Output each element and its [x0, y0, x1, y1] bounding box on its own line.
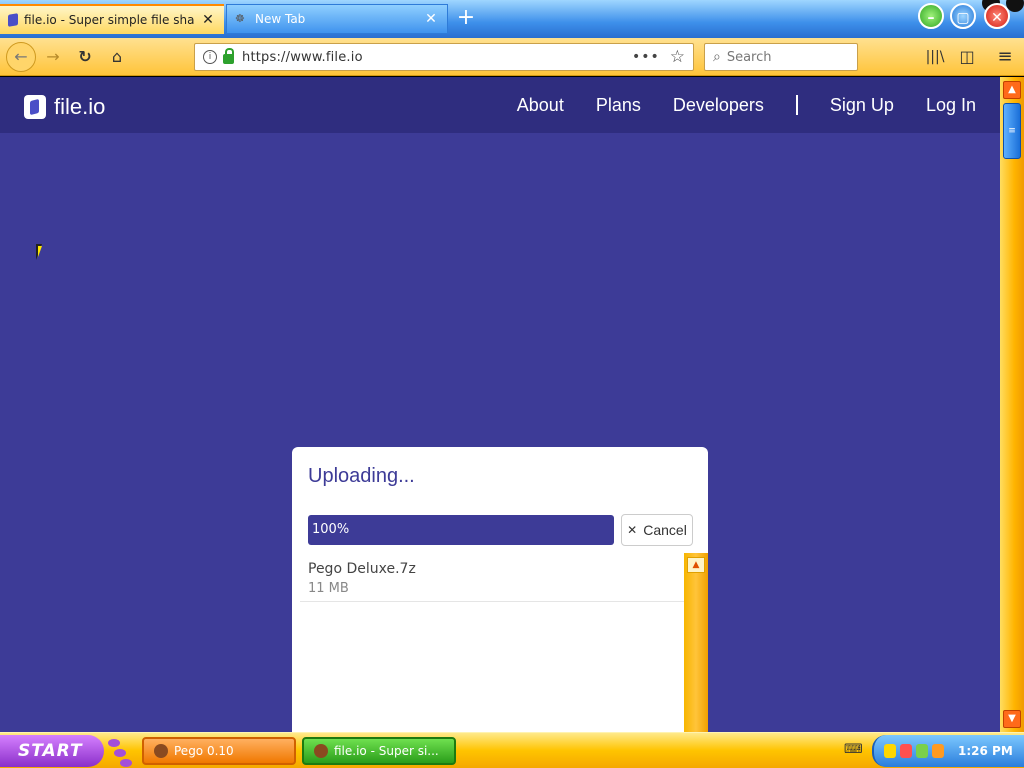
file-name: Pego Deluxe.7z	[308, 561, 416, 577]
file-list: Pego Deluxe.7z 11 MB	[300, 553, 684, 732]
tab-new-tab[interactable]: ☸ New Tab ✕	[226, 4, 448, 34]
file-size: 11 MB	[308, 581, 349, 596]
pego-app-icon	[154, 744, 168, 758]
mouse-cursor-icon	[36, 244, 48, 260]
volume-icon[interactable]	[916, 744, 928, 758]
fileio-favicon-icon	[8, 13, 18, 27]
start-button[interactable]: START	[0, 735, 104, 767]
taskbar-item-pego[interactable]: Pego 0.10	[142, 737, 296, 765]
new-tab-button[interactable]: +	[454, 7, 478, 31]
cancel-label: Cancel	[643, 522, 687, 538]
tab-title: file.io - Super simple file sha	[24, 13, 195, 27]
minimize-button[interactable]: –	[918, 3, 944, 29]
url-bar[interactable]: i https://www.file.io ••• ☆	[194, 43, 694, 71]
scroll-up-icon[interactable]: ▲	[687, 557, 705, 573]
home-button[interactable]: ⌂	[104, 44, 130, 70]
site-nav: About Plans Developers Sign Up Log In	[485, 77, 976, 133]
nav-divider	[795, 95, 798, 115]
progress-fill: 100%	[308, 515, 614, 545]
task-label: file.io - Super si...	[334, 744, 439, 758]
keyboard-icon[interactable]: ⌨	[844, 742, 863, 757]
page-content: file.io About Plans Developers Sign Up L…	[0, 77, 1000, 732]
bookmark-star-icon[interactable]: ☆	[670, 47, 685, 67]
site-logo[interactable]: file.io	[24, 94, 105, 120]
scrollbar-thumb[interactable]: ≡	[1003, 103, 1021, 159]
clock: 1:26 PM	[958, 744, 1013, 758]
search-input[interactable]: ⌕ Search	[704, 43, 858, 71]
nav-log-in[interactable]: Log In	[926, 95, 976, 116]
nav-toolbar: ← → ↻ ⌂ i https://www.file.io ••• ☆ ⌕ Se…	[0, 38, 1024, 76]
list-item: Pego Deluxe.7z 11 MB	[300, 553, 684, 602]
fileio-logo-icon	[24, 95, 46, 119]
maximize-button[interactable]: ▢	[950, 3, 976, 29]
lock-icon	[223, 48, 234, 64]
url-text[interactable]: https://www.file.io	[242, 50, 632, 65]
nav-about[interactable]: About	[517, 95, 564, 116]
back-button[interactable]: ←	[6, 42, 36, 72]
search-icon: ⌕	[713, 49, 721, 65]
file-list-scrollbar[interactable]: ▲	[684, 553, 708, 732]
task-label: Pego 0.10	[174, 744, 234, 758]
close-icon: ✕	[627, 523, 638, 537]
upload-dialog: Uploading... 100% ✕ Cancel Pego Deluxe.7…	[292, 447, 708, 732]
reload-button[interactable]: ↻	[72, 44, 98, 70]
upload-title: Uploading...	[308, 465, 415, 487]
shield-icon[interactable]	[884, 744, 896, 758]
network-icon[interactable]	[900, 744, 912, 758]
site-header: file.io About Plans Developers Sign Up L…	[0, 77, 1000, 133]
close-tab-icon[interactable]: ✕	[423, 11, 439, 27]
hamburger-menu-icon[interactable]: ≡	[992, 44, 1018, 70]
system-tray: 1:26 PM	[872, 735, 1024, 767]
forward-button[interactable]: →	[40, 44, 66, 70]
nav-sign-up[interactable]: Sign Up	[830, 95, 894, 116]
scroll-down-icon[interactable]: ▼	[1003, 710, 1021, 728]
page-actions-icon[interactable]: •••	[632, 49, 660, 65]
nav-developers[interactable]: Developers	[673, 95, 764, 116]
taskbar: START Pego 0.10 file.io - Super si... ⌨ …	[0, 732, 1024, 768]
scroll-up-icon[interactable]: ▲	[1003, 81, 1021, 99]
upload-progress-bar: 100%	[308, 515, 614, 545]
info-icon[interactable]: i	[203, 50, 217, 64]
close-tab-icon[interactable]: ✕	[200, 12, 216, 28]
tab-title: New Tab	[255, 12, 306, 26]
nav-plans[interactable]: Plans	[596, 95, 641, 116]
cancel-button[interactable]: ✕ Cancel	[621, 514, 693, 546]
page-scrollbar[interactable]: ▲ ≡ ▼	[1000, 77, 1024, 732]
tab-fileio[interactable]: file.io - Super simple file sha ✕	[0, 4, 224, 34]
sidebar-toggle-icon[interactable]: ◫	[954, 44, 980, 70]
search-tray-icon[interactable]	[932, 744, 944, 758]
browser-titlebar: file.io - Super simple file sha ✕ ☸ New …	[0, 0, 1024, 38]
library-icon[interactable]: |||\	[922, 44, 948, 70]
pego-favicon-icon: ☸	[235, 12, 245, 25]
search-placeholder: Search	[726, 49, 772, 65]
close-window-button[interactable]: ✕	[984, 3, 1010, 29]
logo-text: file.io	[54, 94, 106, 119]
browser-app-icon	[314, 744, 328, 758]
taskbar-item-fileio[interactable]: file.io - Super si...	[302, 737, 456, 765]
